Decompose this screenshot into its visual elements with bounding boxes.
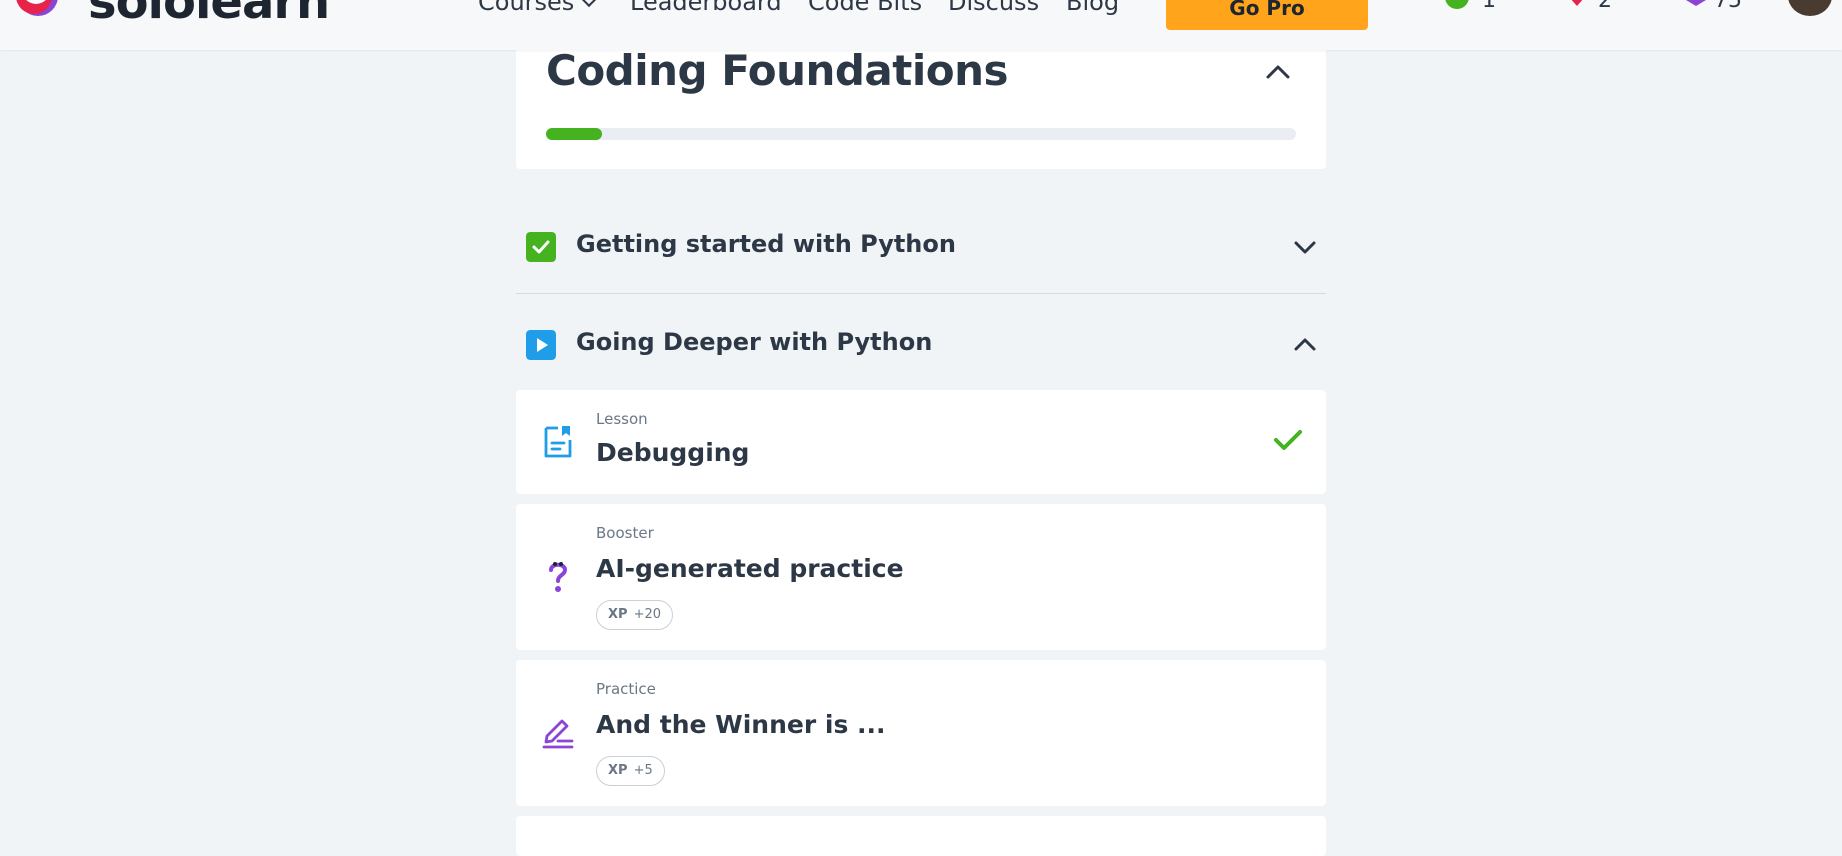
nav-blog[interactable]: Blog — [1066, 0, 1119, 16]
lesson-card-debugging[interactable]: Lesson Debugging — [516, 390, 1326, 494]
completed-check-icon — [1274, 430, 1302, 450]
sololearn-logo-icon[interactable] — [8, 0, 72, 26]
user-avatar[interactable] — [1788, 0, 1832, 16]
streak-icon[interactable] — [1444, 0, 1470, 10]
nav-courses-label: Courses — [478, 0, 575, 16]
brand-name[interactable]: sololearn — [88, 0, 330, 30]
xp-badge: XP +20 — [596, 600, 673, 630]
chevron-down-icon — [582, 0, 597, 8]
top-navigation-bar: sololearn Courses Leaderboard Code Bits … — [0, 0, 1842, 50]
gems-count: 75 — [1714, 0, 1742, 13]
nav-leaderboard[interactable]: Leaderboard — [630, 0, 782, 16]
xp-label: XP — [608, 607, 628, 622]
completed-check-icon — [526, 232, 556, 262]
lesson-card-winner-practice[interactable]: Practice And the Winner is ... XP +5 — [516, 660, 1326, 806]
lesson-type-label: Practice — [596, 680, 656, 698]
lesson-card-ai-practice[interactable]: Booster AI-generated practice XP +20 — [516, 504, 1326, 650]
section-getting-started[interactable]: Getting started with Python — [516, 212, 1326, 294]
pencil-icon — [542, 719, 574, 749]
section-going-deeper[interactable]: Going Deeper with Python — [516, 310, 1326, 380]
section-title: Getting started with Python — [576, 230, 956, 258]
lesson-document-icon — [544, 426, 572, 458]
course-progress-bar — [546, 128, 1296, 140]
lesson-type-label: Booster — [596, 524, 654, 542]
chevron-up-icon[interactable] — [1262, 56, 1294, 88]
lesson-title: And the Winner is ... — [596, 710, 886, 739]
lesson-title: AI-generated practice — [596, 554, 904, 583]
heart-icon[interactable] — [1566, 0, 1588, 8]
nav-courses[interactable]: Courses — [478, 0, 597, 16]
gem-icon[interactable] — [1684, 0, 1708, 8]
xp-label: XP — [608, 763, 628, 778]
chevron-down-icon[interactable] — [1290, 232, 1320, 262]
streak-count: 1 — [1482, 0, 1496, 13]
chevron-up-icon[interactable] — [1290, 330, 1320, 360]
hearts-count: 2 — [1598, 0, 1612, 13]
question-mark-icon — [549, 562, 568, 592]
nav-code-bits[interactable]: Code Bits — [808, 0, 922, 16]
lesson-title: Debugging — [596, 438, 750, 467]
section-title: Going Deeper with Python — [576, 328, 933, 356]
xp-value: +5 — [633, 763, 653, 778]
play-icon — [526, 330, 556, 360]
nav-discuss[interactable]: Discuss — [948, 0, 1039, 16]
lesson-card-next[interactable] — [516, 816, 1326, 856]
course-title: Coding Foundations — [546, 46, 1009, 95]
lesson-type-label: Lesson — [596, 410, 648, 428]
xp-badge: XP +5 — [596, 756, 665, 786]
xp-value: +20 — [633, 607, 661, 622]
course-header-card: Coding Foundations — [516, 46, 1326, 169]
go-pro-button[interactable]: Go Pro — [1166, 0, 1368, 30]
course-progress-fill — [546, 128, 603, 140]
